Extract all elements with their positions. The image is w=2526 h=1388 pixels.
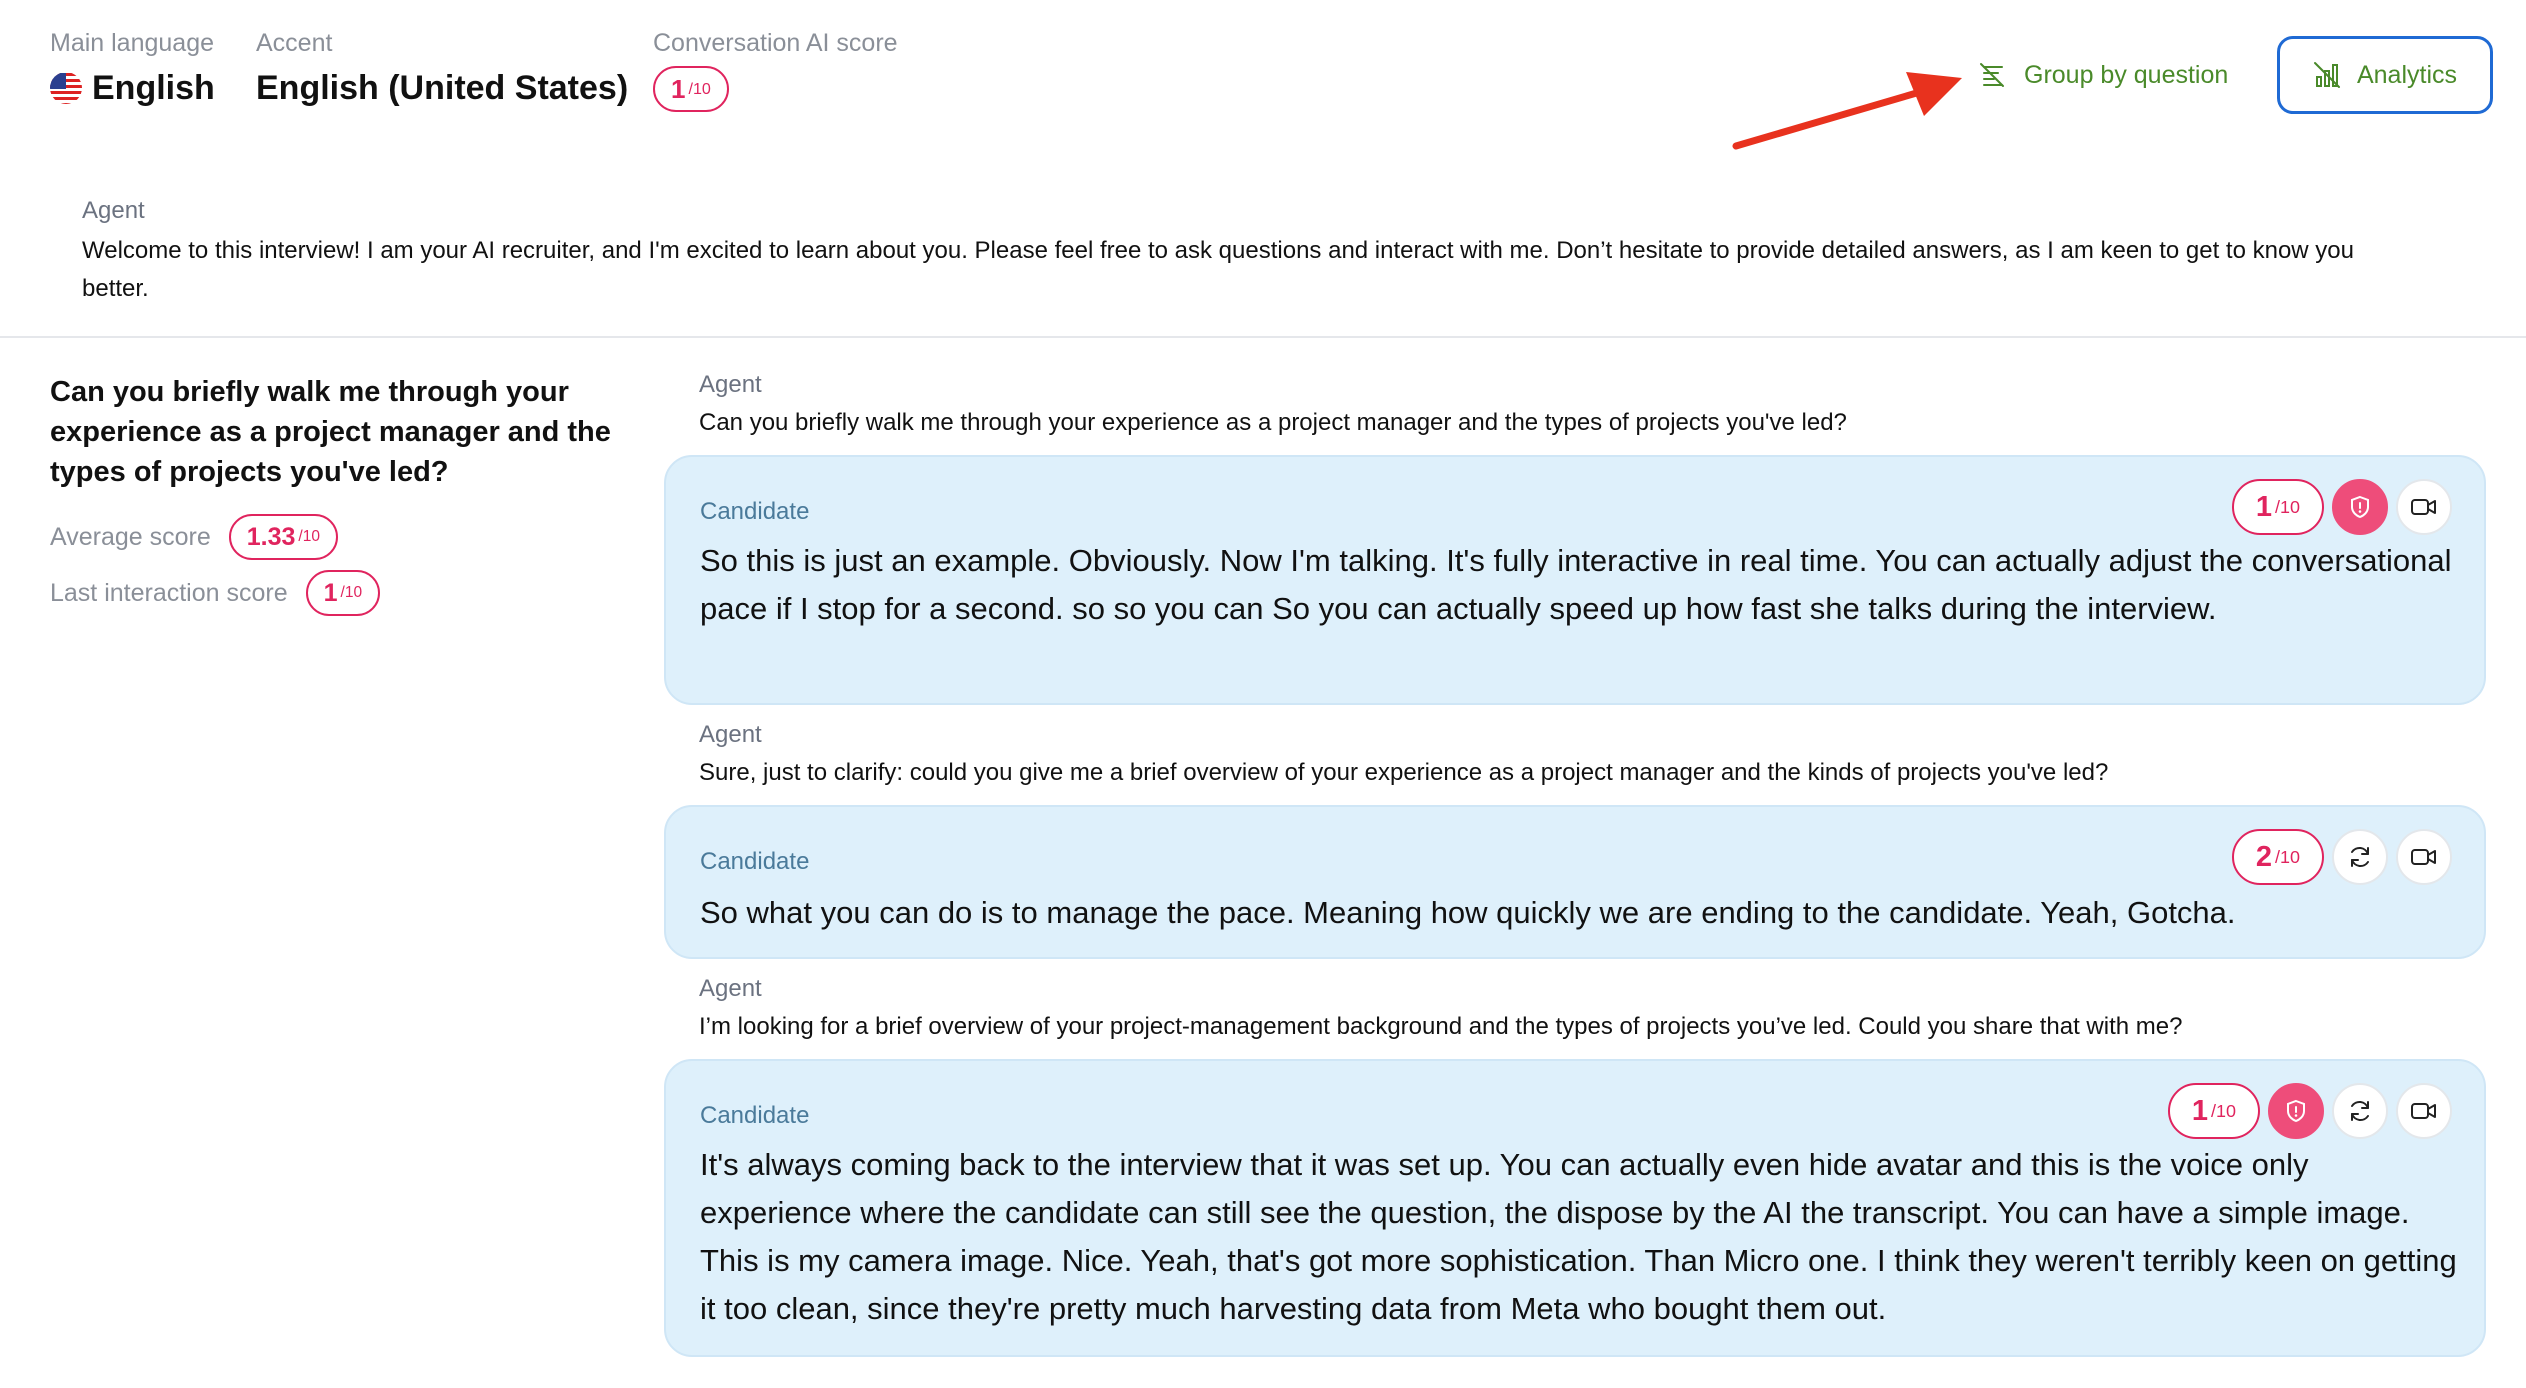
video-camera-icon[interactable] xyxy=(2396,829,2452,885)
intro-agent-message: Agent Welcome to this interview! I am yo… xyxy=(82,196,2412,308)
last-interaction-score-badge: 1/10 xyxy=(305,570,381,616)
analytics-icon xyxy=(2313,62,2340,88)
conversation-ai-score: Conversation AI score 1/10 xyxy=(653,28,898,112)
refresh-icon[interactable] xyxy=(2332,1083,2388,1139)
agent-message: Agent Can you briefly walk me through yo… xyxy=(699,371,1847,436)
ai-score-label: Conversation AI score xyxy=(653,29,898,57)
message-score-badge: 1/10 xyxy=(2231,479,2324,535)
candidate-message-text: It's always coming back to the interview… xyxy=(700,1147,2457,1326)
last-interaction-score-label: Last interaction score xyxy=(50,578,288,607)
message-score-badge: 2/10 xyxy=(2231,829,2324,885)
agent-role-label: Agent xyxy=(82,197,145,224)
candidate-message-text: So what you can do is to manage the pace… xyxy=(700,895,2236,930)
candidate-role-label: Candidate xyxy=(700,848,810,875)
ai-score-badge: 1/10 xyxy=(653,66,729,112)
agent-message: Agent I’m looking for a brief overview o… xyxy=(699,975,2183,1040)
agent-message-text: Welcome to this interview! I am your AI … xyxy=(82,237,2354,302)
average-score-label: Average score xyxy=(50,522,211,551)
group-icon xyxy=(1980,63,2004,87)
candidate-message: Candidate 1/10 So this is just an exampl… xyxy=(664,455,2486,705)
us-flag-icon xyxy=(50,72,82,104)
main-language: Main language English xyxy=(50,28,215,110)
average-score-badge: 1.33/10 xyxy=(228,514,338,560)
shield-alert-icon[interactable] xyxy=(2268,1083,2324,1139)
message-tools: 2/10 xyxy=(2231,829,2452,885)
candidate-message-text: So this is just an example. Obviously. N… xyxy=(700,543,2452,626)
average-score-row: Average score 1.33/10 xyxy=(50,514,338,560)
red-arrow-annotation xyxy=(1732,72,1962,150)
message-tools: 1/10 xyxy=(2231,479,2452,535)
section-divider xyxy=(0,336,2526,338)
group-by-question-button[interactable]: Group by question xyxy=(1978,50,2228,100)
message-tools: 1/10 xyxy=(2167,1083,2452,1139)
accent-label: Accent xyxy=(256,29,333,57)
main-language-value: English xyxy=(92,69,215,107)
candidate-role-label: Candidate xyxy=(700,1102,810,1129)
header: Main language English Accent English (Un… xyxy=(0,0,2526,170)
main-language-label: Main language xyxy=(50,29,215,57)
candidate-message: Candidate 2/10 So what you can do is to … xyxy=(664,805,2486,959)
message-score-badge: 1/10 xyxy=(2167,1083,2260,1139)
accent-value: English (United States) xyxy=(256,69,629,107)
analytics-button[interactable]: Analytics xyxy=(2277,36,2493,114)
accent: Accent English (United States) xyxy=(256,28,628,110)
video-camera-icon[interactable] xyxy=(2396,479,2452,535)
refresh-icon[interactable] xyxy=(2332,829,2388,885)
candidate-role-label: Candidate xyxy=(700,498,810,525)
video-camera-icon[interactable] xyxy=(2396,1083,2452,1139)
question-title: Can you briefly walk me through your exp… xyxy=(50,376,611,488)
agent-message: Agent Sure, just to clarify: could you g… xyxy=(699,721,2109,786)
last-interaction-score-row: Last interaction score 1/10 xyxy=(50,570,381,616)
shield-alert-icon[interactable] xyxy=(2332,479,2388,535)
candidate-message: Candidate 1/10 It's always coming back t… xyxy=(664,1059,2486,1357)
